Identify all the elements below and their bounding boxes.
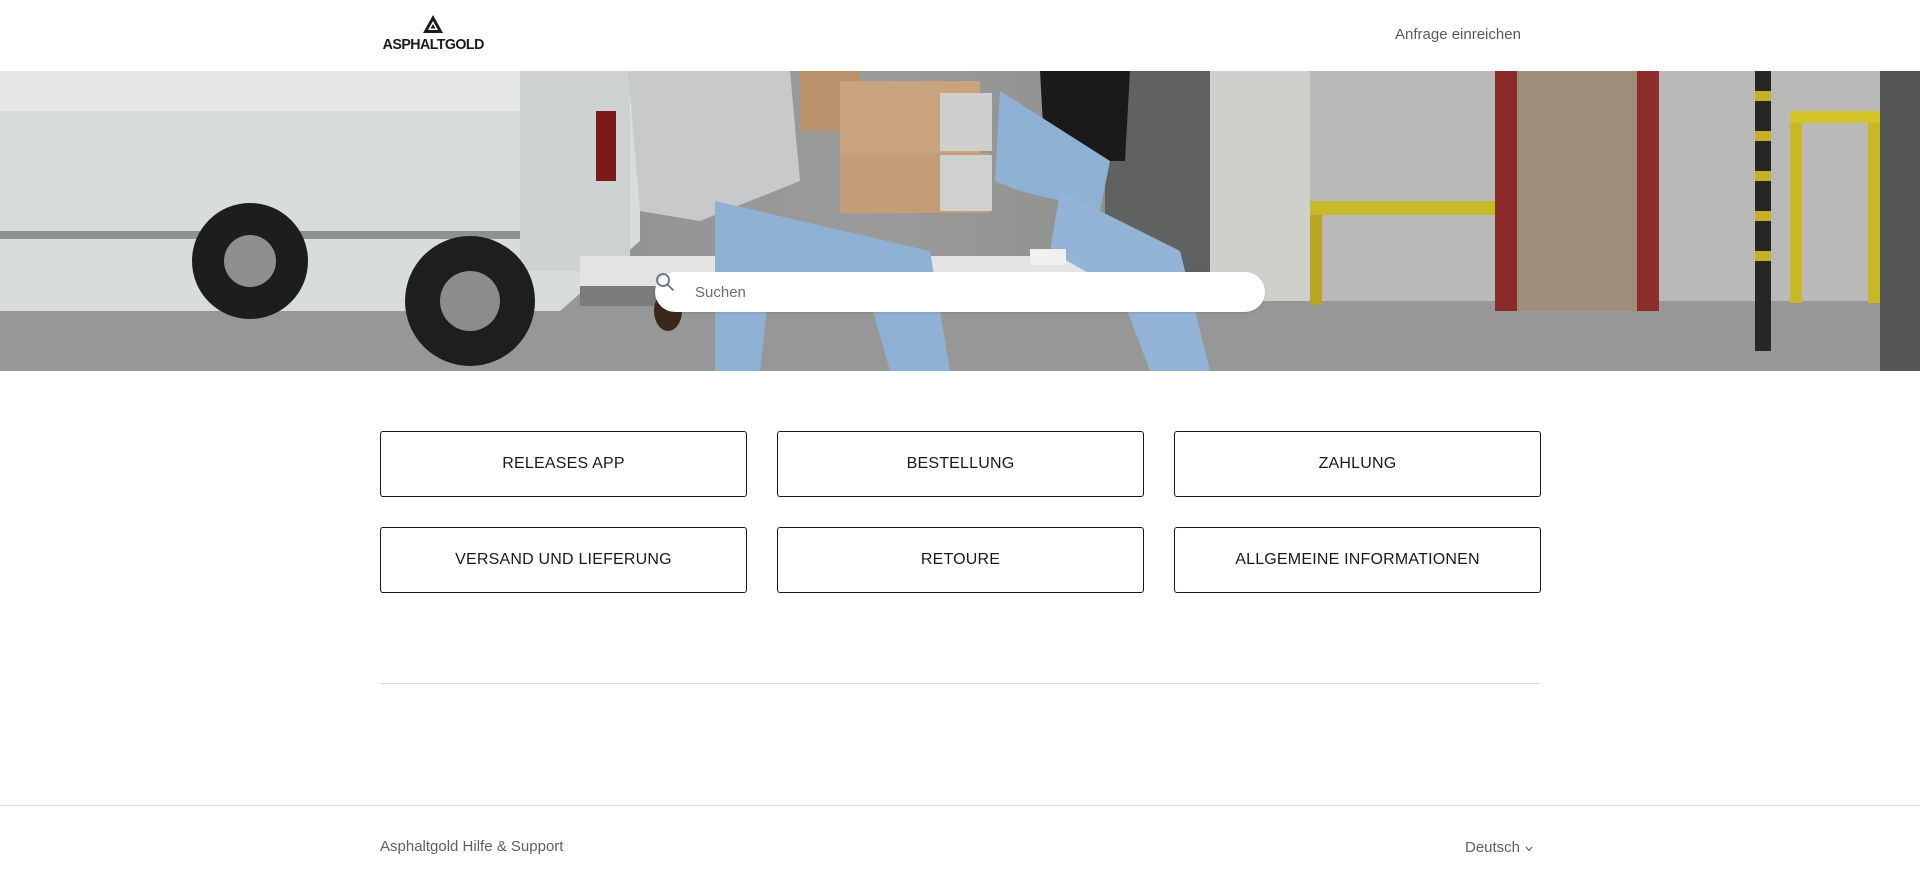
search-input[interactable] bbox=[695, 272, 1250, 312]
category-bestellung[interactable]: BESTELLUNG bbox=[777, 431, 1144, 497]
hero-banner bbox=[0, 71, 1920, 371]
category-zahlung[interactable]: ZAHLUNG bbox=[1174, 431, 1541, 497]
category-versand-und-lieferung[interactable]: VERSAND UND LIEFERUNG bbox=[380, 527, 747, 593]
search-box bbox=[655, 272, 1265, 312]
hero-background-image bbox=[0, 71, 1920, 371]
footer-divider bbox=[0, 805, 1920, 806]
category-allgemeine-informationen[interactable]: ALLGEMEINE INFORMATIONEN bbox=[1174, 527, 1541, 593]
site-header: ASPHALTGOLD Anfrage einreichen bbox=[0, 0, 1920, 71]
content-divider bbox=[380, 683, 1541, 684]
chevron-down-icon bbox=[1525, 846, 1533, 852]
logo-text: ASPHALTGOLD bbox=[382, 36, 485, 53]
language-label: Deutsch bbox=[1465, 839, 1521, 856]
asphaltgold-logo[interactable]: ASPHALTGOLD bbox=[380, 14, 486, 53]
category-retoure[interactable]: RETOURE bbox=[777, 527, 1144, 593]
language-selector[interactable]: Deutsch bbox=[1465, 839, 1533, 856]
submit-request-link[interactable]: Anfrage einreichen bbox=[1395, 26, 1521, 43]
search-icon bbox=[656, 273, 674, 291]
footer-home-link[interactable]: Asphaltgold Hilfe & Support bbox=[380, 838, 563, 855]
logo-triangle-icon bbox=[423, 15, 444, 33]
category-releases-app[interactable]: RELEASES APP bbox=[380, 431, 747, 497]
category-grid: RELEASES APP BESTELLUNG ZAHLUNG VERSAND … bbox=[380, 431, 1541, 593]
